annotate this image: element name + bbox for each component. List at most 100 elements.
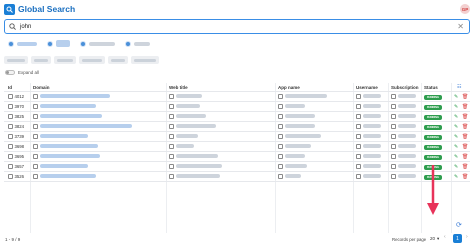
trash-icon[interactable]: 🗑 (462, 94, 468, 100)
table-row[interactable]: 3695 RUNNING ✎ 🗑 (4, 152, 470, 162)
copy-icon[interactable] (278, 134, 283, 139)
edit-icon[interactable]: ✎ (454, 94, 458, 100)
copy-icon[interactable] (356, 154, 361, 159)
table-row[interactable]: 3825 RUNNING ✎ 🗑 (4, 112, 470, 122)
expand-all-toggle[interactable]: Expand all (5, 70, 39, 75)
copy-icon[interactable] (391, 154, 396, 159)
copy-icon[interactable] (278, 144, 283, 149)
copy-icon[interactable] (169, 164, 174, 169)
filter-chip[interactable] (79, 56, 105, 64)
edit-icon[interactable]: ✎ (454, 144, 458, 150)
edit-icon[interactable]: ✎ (454, 154, 458, 160)
source-filter[interactable] (8, 40, 37, 47)
copy-icon[interactable] (8, 154, 13, 159)
copy-icon[interactable] (391, 174, 396, 179)
domain-link[interactable] (39, 104, 96, 109)
column-header-username[interactable]: Username (356, 85, 378, 90)
filter-chip[interactable] (31, 56, 51, 64)
copy-icon[interactable] (169, 154, 174, 159)
copy-icon[interactable] (391, 104, 396, 109)
edit-icon[interactable]: ✎ (454, 124, 458, 130)
copy-icon[interactable] (356, 134, 361, 139)
filter-chip[interactable] (54, 56, 76, 64)
copy-icon[interactable] (33, 164, 38, 169)
copy-icon[interactable] (33, 124, 38, 129)
trash-icon[interactable]: 🗑 (462, 134, 468, 140)
copy-icon[interactable] (391, 134, 396, 139)
copy-icon[interactable] (278, 114, 283, 119)
copy-icon[interactable] (33, 134, 38, 139)
copy-icon[interactable] (169, 134, 174, 139)
chevron-right-icon[interactable]: › (466, 234, 468, 240)
copy-icon[interactable] (169, 144, 174, 149)
copy-icon[interactable] (33, 104, 38, 109)
copy-icon[interactable] (33, 144, 38, 149)
edit-icon[interactable]: ✎ (454, 114, 458, 120)
copy-icon[interactable] (8, 104, 13, 109)
column-header-id[interactable]: Id (8, 85, 12, 90)
copy-icon[interactable] (278, 174, 283, 179)
copy-icon[interactable] (169, 94, 174, 99)
filter-chip[interactable] (131, 56, 159, 64)
edit-icon[interactable]: ✎ (454, 174, 458, 180)
copy-icon[interactable] (169, 104, 174, 109)
edit-icon[interactable]: ✎ (454, 134, 458, 140)
domain-link[interactable] (39, 94, 110, 99)
filter-chip[interactable] (108, 56, 128, 64)
copy-icon[interactable] (356, 144, 361, 149)
chevron-left-icon[interactable]: ‹ (444, 234, 446, 240)
copy-icon[interactable] (356, 104, 361, 109)
copy-icon[interactable] (169, 124, 174, 129)
domain-link[interactable] (39, 164, 88, 169)
copy-icon[interactable] (8, 164, 13, 169)
domain-link[interactable] (39, 144, 98, 149)
copy-icon[interactable] (391, 164, 396, 169)
search-value[interactable]: john (20, 24, 31, 30)
copy-icon[interactable] (8, 134, 13, 139)
trash-icon[interactable]: 🗑 (462, 144, 468, 150)
column-header-status[interactable]: Status (424, 85, 438, 90)
domain-link[interactable] (39, 134, 88, 139)
column-header-domain[interactable]: Domain (33, 85, 50, 90)
close-icon[interactable]: ✕ (457, 22, 464, 32)
domain-link[interactable] (39, 114, 102, 119)
domain-link[interactable] (39, 154, 100, 159)
column-header-app-name[interactable]: App name (278, 85, 300, 90)
trash-icon[interactable]: 🗑 (462, 114, 468, 120)
copy-icon[interactable] (33, 174, 38, 179)
copy-icon[interactable] (8, 144, 13, 149)
copy-icon[interactable] (356, 114, 361, 119)
copy-icon[interactable] (8, 94, 13, 99)
copy-icon[interactable] (391, 114, 396, 119)
edit-icon[interactable]: ✎ (454, 104, 458, 110)
filter-chip[interactable] (4, 56, 28, 64)
toggle-switch[interactable] (5, 70, 15, 75)
copy-icon[interactable] (278, 164, 283, 169)
trash-icon[interactable]: 🗑 (462, 104, 468, 110)
copy-icon[interactable] (8, 174, 13, 179)
avatar[interactable]: GP (460, 4, 470, 14)
page-button-current[interactable]: 1 (453, 234, 462, 243)
copy-icon[interactable] (33, 154, 38, 159)
copy-icon[interactable] (356, 174, 361, 179)
table-row[interactable]: 3824 RUNNING ✎ 🗑 (4, 122, 470, 132)
copy-icon[interactable] (33, 94, 38, 99)
records-per-page-select[interactable]: 20 ▾ (430, 235, 439, 242)
copy-icon[interactable] (391, 94, 396, 99)
search-input[interactable]: john ✕ (4, 19, 470, 34)
source-filter[interactable] (80, 40, 115, 47)
source-filter[interactable] (47, 40, 70, 47)
copy-icon[interactable] (391, 124, 396, 129)
column-header-web-title[interactable]: Web title (169, 85, 188, 90)
refresh-icon[interactable]: ⟳ (456, 221, 462, 229)
copy-icon[interactable] (391, 144, 396, 149)
domain-link[interactable] (39, 124, 132, 129)
table-row[interactable]: 4012 RUNNING ✎ 🗑 (4, 92, 470, 102)
copy-icon[interactable] (8, 114, 13, 119)
trash-icon[interactable]: 🗑 (462, 174, 468, 180)
copy-icon[interactable] (356, 124, 361, 129)
copy-icon[interactable] (169, 114, 174, 119)
trash-icon[interactable]: 🗑 (462, 154, 468, 160)
copy-icon[interactable] (278, 154, 283, 159)
domain-link[interactable] (39, 174, 96, 179)
